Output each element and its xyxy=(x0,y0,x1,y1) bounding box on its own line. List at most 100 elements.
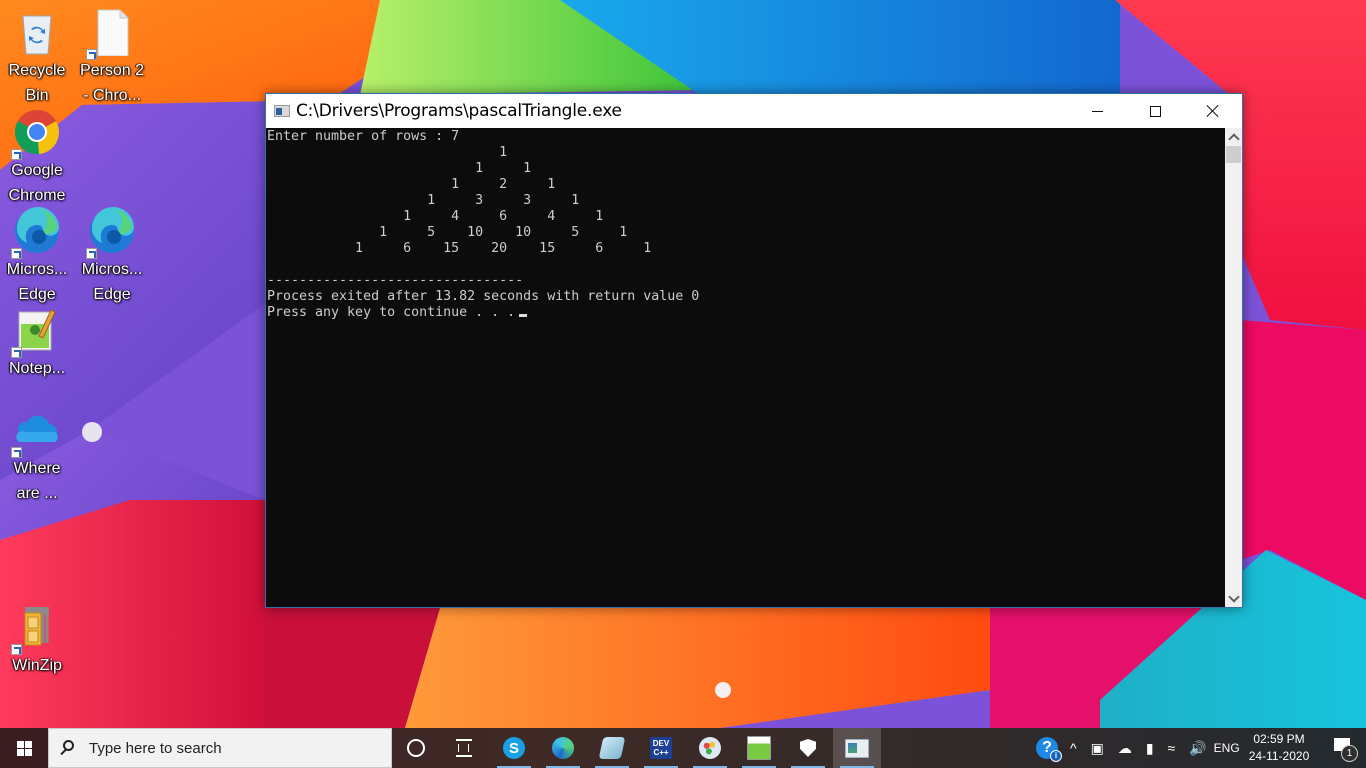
taskbar-search-box[interactable]: Type here to search xyxy=(48,728,392,768)
console-line-text: Press any key to continue . . . xyxy=(267,305,516,320)
battery-icon[interactable]: ▮ xyxy=(1146,740,1154,757)
paint-icon xyxy=(699,737,721,759)
task-view-icon xyxy=(456,739,472,757)
clock[interactable]: 02:59 PM 24-11-2020 xyxy=(1244,731,1314,765)
console-app-icon xyxy=(274,105,290,117)
maximize-button[interactable] xyxy=(1126,94,1184,128)
desktop-icon-label: Notep... xyxy=(8,360,66,377)
action-center-button[interactable]: 1 xyxy=(1332,736,1358,762)
title-bar[interactable]: C:\Drivers\Programs\pascalTriangle.exe xyxy=(266,94,1242,128)
wifi-icon[interactable]: ≈ xyxy=(1168,740,1176,756)
taskbar-skype[interactable]: S xyxy=(490,728,538,768)
edge-icon xyxy=(86,206,136,259)
shortcut-arrow-icon xyxy=(11,149,22,160)
chevron-up-icon xyxy=(1227,132,1240,145)
desktop-icon-person2-chrome[interactable]: Person 2 - Chro... xyxy=(75,0,149,108)
console-line: 1 1 xyxy=(267,161,532,176)
notification-count-badge: 1 xyxy=(1341,745,1358,762)
shortcut-arrow-icon xyxy=(11,644,22,655)
taskbar-notepad-plus-plus[interactable] xyxy=(735,728,783,768)
console-line: 1 3 3 1 xyxy=(267,193,580,208)
desktop-icon-microsoft-edge-2[interactable]: Micros... Edge xyxy=(75,199,149,307)
scroll-up-button[interactable] xyxy=(1225,128,1242,145)
skype-icon: S xyxy=(503,737,525,759)
console-line: -------------------------------- xyxy=(267,273,524,288)
console-window-icon xyxy=(845,738,869,758)
close-icon xyxy=(1207,105,1219,117)
notepad-icon xyxy=(598,737,626,759)
shortcut-arrow-icon xyxy=(86,49,97,60)
desktop-icon-microsoft-edge-1[interactable]: Micros... Edge xyxy=(0,199,74,307)
taskbar-console-host[interactable] xyxy=(833,728,881,768)
volume-icon[interactable]: 🔊 xyxy=(1189,740,1206,757)
desktop-icon-label: Micros... xyxy=(6,261,68,278)
console-line: 1 4 6 4 1 xyxy=(267,209,604,224)
desktop-icon-label: - Chro... xyxy=(83,87,141,104)
console-line: 1 5 10 10 5 1 xyxy=(267,225,628,240)
chevron-down-icon xyxy=(1227,590,1240,603)
windows-logo-icon xyxy=(16,740,32,756)
cortana-icon xyxy=(407,739,425,757)
desktop-icon-label: Recycle xyxy=(8,62,66,79)
taskbar-edge[interactable] xyxy=(539,728,587,768)
console-line: Process exited after 13.82 seconds with … xyxy=(267,289,700,304)
desktop-icon-notepad-plus-plus[interactable]: Notep... xyxy=(0,298,74,381)
desktop-icon-winzip[interactable]: WinZip xyxy=(0,595,74,678)
edge-icon xyxy=(11,206,61,259)
task-view-button[interactable] xyxy=(440,728,488,768)
console-line: 1 6 15 20 15 6 1 xyxy=(267,241,652,256)
notepad-plus-plus-icon xyxy=(747,736,771,760)
close-button[interactable] xyxy=(1184,94,1242,128)
text-cursor xyxy=(519,314,528,317)
system-tray: ? ^ ▣ ☁ ▮ ≈ 🔊 ENG xyxy=(1036,728,1240,768)
desktop-icon-onedrive-where-are[interactable]: Where are ... xyxy=(0,398,74,506)
clock-time: 02:59 PM xyxy=(1253,732,1305,746)
meet-now-icon[interactable]: ▣ xyxy=(1091,740,1104,757)
search-icon xyxy=(63,740,74,751)
notepad-plus-plus-icon xyxy=(11,306,61,358)
minimize-icon xyxy=(1091,110,1103,112)
scroll-thumb[interactable] xyxy=(1226,146,1241,163)
cortana-button[interactable] xyxy=(392,728,440,768)
console-line: Enter number of rows : 7 xyxy=(267,129,460,144)
shortcut-arrow-icon xyxy=(11,447,22,458)
taskbar: Type here to search S DEV C++ ? ^ ▣ ☁ ▮ … xyxy=(0,728,1366,768)
desktop-icon-label: Google xyxy=(11,162,63,179)
taskbar-windows-security[interactable] xyxy=(784,728,832,768)
scroll-down-button[interactable] xyxy=(1225,590,1242,607)
shield-icon xyxy=(800,739,816,757)
winzip-icon xyxy=(11,603,61,655)
taskbar-paint[interactable] xyxy=(686,728,734,768)
edge-icon xyxy=(552,737,574,759)
console-line: 1 2 1 xyxy=(267,177,556,192)
desktop-icon-label: Where xyxy=(13,460,61,477)
onedrive-cloud-icon[interactable]: ☁ xyxy=(1118,740,1132,757)
console-window[interactable]: C:\Drivers\Programs\pascalTriangle.exe E… xyxy=(265,93,1243,608)
shortcut-arrow-icon xyxy=(11,347,22,358)
desktop-icon-label: Person 2 xyxy=(79,62,145,79)
input-language[interactable]: ENG xyxy=(1214,741,1240,755)
search-placeholder: Type here to search xyxy=(89,740,222,757)
desktop-icon-label: Micros... xyxy=(81,261,143,278)
help-icon[interactable]: ? xyxy=(1036,737,1062,762)
desktop-icon-label: WinZip xyxy=(12,657,62,674)
console-output[interactable]: Enter number of rows : 7 1 1 1 1 2 1 1 3… xyxy=(266,128,1226,607)
desktop-icon-recycle-bin[interactable]: Recycle Bin xyxy=(0,0,74,108)
chevron-up-icon[interactable]: ^ xyxy=(1070,740,1077,756)
desktop-icon-google-chrome[interactable]: Google Chrome xyxy=(0,100,74,208)
shortcut-arrow-icon xyxy=(86,248,97,259)
maximize-icon xyxy=(1149,105,1161,117)
clock-date: 24-11-2020 xyxy=(1248,749,1310,763)
chrome-icon xyxy=(11,108,61,160)
dev-cpp-icon: DEV C++ xyxy=(650,737,672,759)
taskbar-dev-cpp[interactable]: DEV C++ xyxy=(637,728,685,768)
blank-document-icon xyxy=(86,8,136,60)
vertical-scrollbar[interactable] xyxy=(1225,128,1242,607)
onedrive-icon xyxy=(11,406,61,458)
window-title: C:\Drivers\Programs\pascalTriangle.exe xyxy=(296,101,622,121)
start-button[interactable] xyxy=(0,728,48,768)
console-prompt-line: Press any key to continue . . . xyxy=(267,305,1226,321)
minimize-button[interactable] xyxy=(1068,94,1126,128)
taskbar-notepad[interactable] xyxy=(588,728,636,768)
